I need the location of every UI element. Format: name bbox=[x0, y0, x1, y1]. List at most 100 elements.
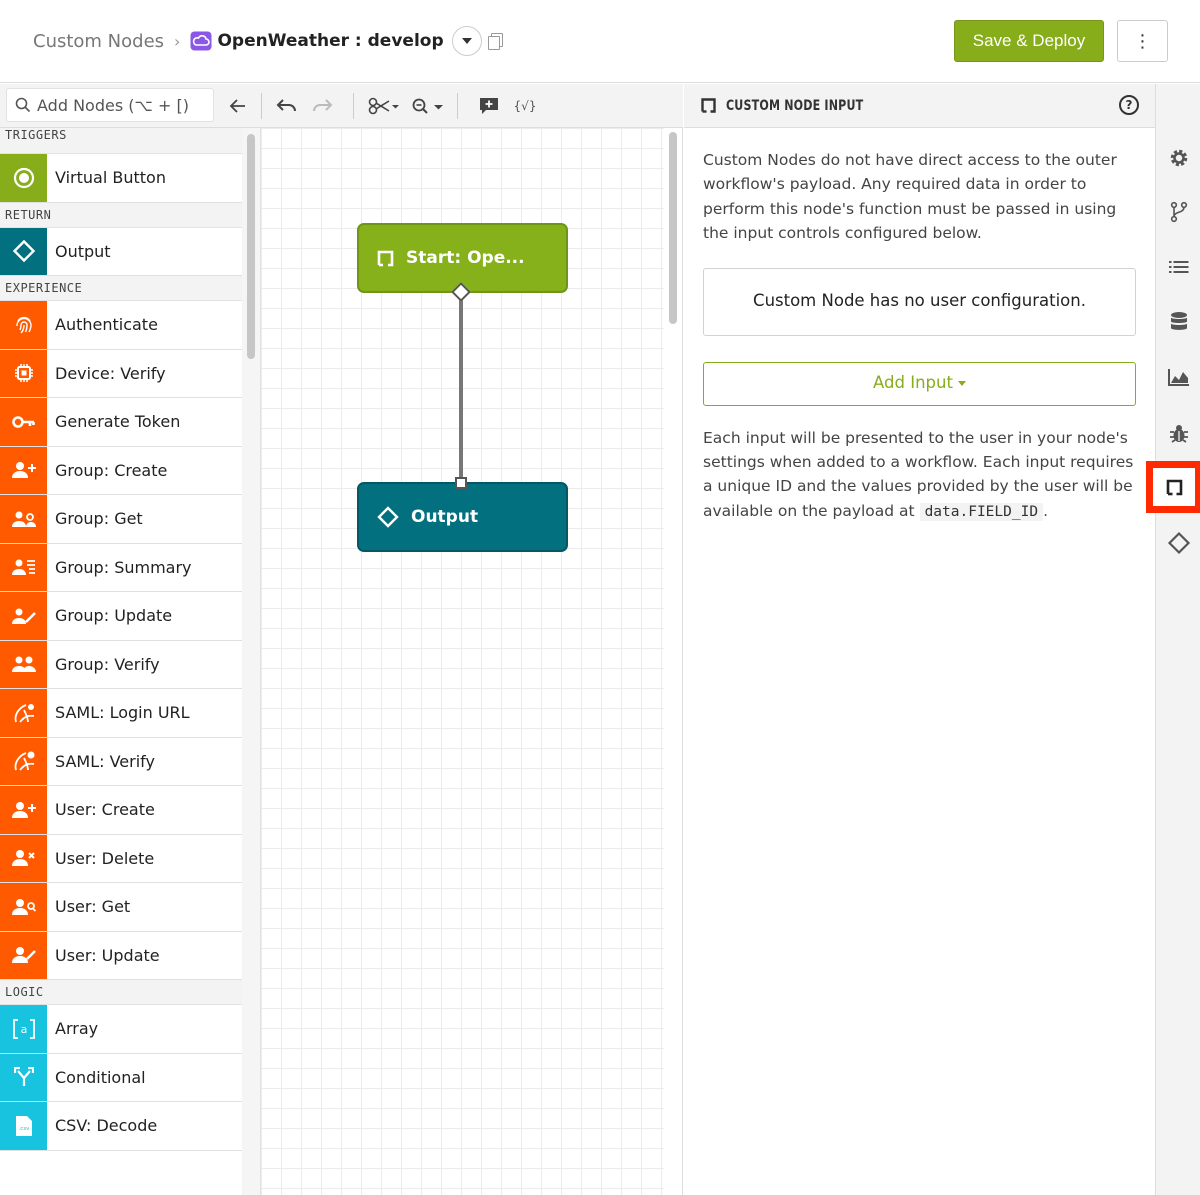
chip-icon bbox=[0, 349, 47, 397]
palette-item[interactable]: User: Delete bbox=[0, 834, 242, 883]
back-arrow-icon[interactable] bbox=[226, 93, 250, 119]
palette-item[interactable]: Group: Update bbox=[0, 592, 242, 641]
palette-item-label: User: Create bbox=[55, 800, 155, 820]
output-node-label: Output bbox=[411, 507, 479, 527]
node-palette: TRIGGERS Virtual Button RETURN Output EXPERI… bbox=[0, 128, 242, 1195]
group-add-icon bbox=[0, 446, 47, 494]
saml-verify-icon bbox=[0, 737, 47, 785]
key-icon bbox=[0, 398, 47, 446]
custom-node-input-icon bbox=[1166, 479, 1182, 495]
palette-item[interactable]: SAML: Verify bbox=[0, 737, 242, 786]
cloud-icon bbox=[190, 31, 212, 51]
palette-item-label: Conditional bbox=[55, 1067, 146, 1087]
palette-item[interactable]: Authenticate bbox=[0, 301, 242, 350]
breadcrumb-separator: › bbox=[174, 31, 181, 51]
add-comment-icon[interactable] bbox=[477, 93, 501, 119]
group-search-icon bbox=[0, 495, 47, 543]
gear-icon[interactable] bbox=[1156, 140, 1200, 176]
palette-item-label: User: Get bbox=[55, 897, 131, 917]
palette-item[interactable]: Generate Token bbox=[0, 398, 242, 447]
palette-item-label: Array bbox=[55, 1019, 99, 1039]
add-input-button[interactable]: Add Input bbox=[703, 361, 1136, 406]
branch-icon[interactable] bbox=[1156, 194, 1200, 230]
palette-item-label: Virtual Button bbox=[55, 168, 166, 188]
bug-icon[interactable] bbox=[1156, 416, 1200, 452]
breadcrumb-root-link[interactable]: Custom Nodes bbox=[33, 31, 164, 52]
output-icon bbox=[0, 227, 47, 275]
toolbar-divider bbox=[261, 93, 262, 119]
user-add-icon bbox=[0, 786, 47, 834]
palette-scrollbar[interactable] bbox=[242, 128, 261, 1195]
custom-node-input-rail-button[interactable] bbox=[1146, 461, 1200, 513]
palette-category-header: LOGIC bbox=[0, 980, 242, 1005]
palette-category-header: EXPERIENCE bbox=[0, 276, 242, 301]
redo-icon[interactable] bbox=[309, 93, 335, 119]
palette-item[interactable]: User: Get bbox=[0, 883, 242, 932]
group-icon bbox=[0, 640, 47, 688]
palette-item[interactable]: Device: Verify bbox=[0, 349, 242, 398]
no-configuration-message: Custom Node has no user configuration. bbox=[703, 267, 1136, 336]
panel-title: CUSTOM NODE INPUT bbox=[726, 97, 864, 114]
more-options-button[interactable]: ⋮ bbox=[1117, 20, 1168, 62]
output-node-input-port[interactable] bbox=[455, 477, 467, 489]
toolbar-divider bbox=[457, 93, 458, 119]
save-deploy-button[interactable]: Save & Deploy bbox=[954, 20, 1104, 62]
header: Custom Nodes › OpenWeather : develop Sav… bbox=[0, 0, 1200, 83]
palette-item-label: Group: Create bbox=[55, 460, 168, 480]
palette-scrollbar-thumb[interactable] bbox=[247, 134, 255, 359]
palette-item[interactable]: Group: Create bbox=[0, 446, 242, 495]
palette-item-label: Group: Update bbox=[55, 606, 173, 626]
version-dropdown-button[interactable] bbox=[451, 26, 482, 56]
workflow-canvas[interactable]: Start: Ope... Output bbox=[261, 128, 664, 1195]
palette-category-header: TRIGGERS bbox=[0, 128, 242, 154]
add-input-label: Add Input bbox=[873, 373, 953, 393]
editor-toolbar: {√} bbox=[0, 84, 683, 128]
palette-item-label: Output bbox=[55, 241, 111, 261]
add-nodes-search[interactable] bbox=[6, 88, 214, 122]
undo-icon[interactable] bbox=[274, 93, 300, 119]
copy-icon[interactable] bbox=[487, 33, 503, 50]
caret-down-icon bbox=[957, 381, 966, 387]
start-node-label: Start: Ope... bbox=[406, 248, 525, 268]
canvas-scrollbar[interactable] bbox=[664, 128, 683, 1195]
output-node[interactable]: Output bbox=[357, 482, 568, 552]
field-id-code: data.FIELD_ID bbox=[919, 502, 1044, 521]
palette-item-label: Group: Verify bbox=[55, 654, 160, 674]
scissors-icon[interactable] bbox=[367, 93, 401, 119]
palette-item[interactable]: User: Create bbox=[0, 786, 242, 835]
canvas-scrollbar-thumb[interactable] bbox=[669, 132, 677, 324]
chart-icon[interactable] bbox=[1156, 359, 1200, 395]
help-icon[interactable]: ? bbox=[1119, 95, 1139, 115]
zoom-icon[interactable] bbox=[410, 93, 446, 119]
panel-intro-text: Custom Nodes do not have direct access t… bbox=[703, 151, 1117, 243]
palette-item-label: Authenticate bbox=[55, 315, 158, 335]
database-icon[interactable] bbox=[1156, 304, 1200, 340]
palette-item[interactable]: Output bbox=[0, 227, 242, 276]
palette-item[interactable]: User: Update bbox=[0, 931, 242, 980]
palette-item[interactable]: Conditional bbox=[0, 1053, 242, 1102]
palette-item[interactable]: Group: Summary bbox=[0, 543, 242, 592]
palette-item-label: User: Update bbox=[55, 945, 160, 965]
palette-item[interactable]: a Array bbox=[0, 1005, 242, 1054]
list-icon[interactable] bbox=[1156, 249, 1200, 285]
palette-item[interactable]: Group: Get bbox=[0, 495, 242, 544]
palette-item[interactable]: Virtual Button bbox=[0, 154, 242, 203]
output-icon[interactable] bbox=[1156, 525, 1200, 561]
add-nodes-input[interactable] bbox=[37, 95, 207, 115]
palette-item-label: SAML: Verify bbox=[55, 751, 155, 771]
palette-item[interactable]: SAML: Login URL bbox=[0, 689, 242, 738]
palette-item-label: Device: Verify bbox=[55, 363, 166, 383]
template-icon[interactable]: {√} bbox=[512, 93, 538, 119]
caret-down-icon bbox=[461, 38, 472, 44]
palette-item-label: User: Delete bbox=[55, 848, 155, 868]
palette-item[interactable]: Group: Verify bbox=[0, 640, 242, 689]
virtual-button-icon bbox=[0, 154, 47, 202]
toolbar-divider bbox=[353, 93, 354, 119]
saml-icon bbox=[0, 689, 47, 737]
svg-text:.csv: .csv bbox=[18, 1126, 30, 1132]
start-node[interactable]: Start: Ope... bbox=[357, 223, 568, 293]
connection-wire[interactable] bbox=[459, 293, 463, 483]
palette-category-header: RETURN bbox=[0, 202, 242, 228]
palette-item[interactable]: .csv CSV: Decode bbox=[0, 1102, 242, 1151]
panel-description-text: Each input will be presented to the user… bbox=[703, 426, 1136, 525]
